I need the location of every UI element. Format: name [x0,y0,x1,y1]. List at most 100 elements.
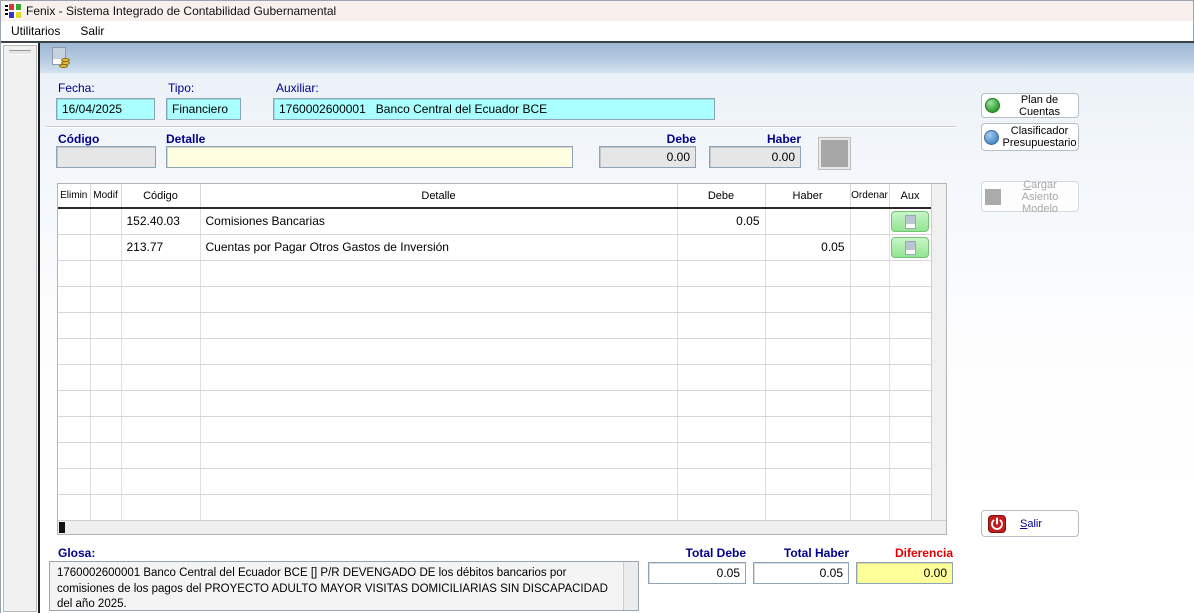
empty-cell [765,364,850,390]
empty-cell [121,390,200,416]
empty-cell [850,416,889,442]
header-ordenar[interactable]: Ordenar [850,184,889,208]
green-ball-icon [985,98,1000,113]
grid-horizontal-scrollbar[interactable] [58,520,946,534]
empty-row[interactable] [58,338,931,364]
header-haber[interactable]: Haber [765,184,850,208]
empty-row[interactable] [58,416,931,442]
empty-cell [58,286,90,312]
aux-button[interactable] [891,211,929,232]
ordenar-cell[interactable] [850,208,889,234]
fecha-label: Fecha: [58,81,95,95]
salir-label: Salir [1020,518,1042,530]
glosa-scrollbar[interactable] [623,562,638,610]
grid-body: 152.40.03 Comisiones Bancarias 0.05 213.… [58,208,931,520]
elimin-cell[interactable] [58,208,90,234]
cargar-asiento-label: Cargar AsientoModelo [1005,179,1075,215]
collapsed-side-panel[interactable] [3,45,37,612]
auxiliar-input[interactable] [273,98,715,120]
empty-row[interactable] [58,442,931,468]
header-detalle[interactable]: Detalle [200,184,677,208]
empty-cell [90,338,121,364]
empty-cell [765,442,850,468]
plan-de-cuentas-label: Plan de Cuentas [1004,94,1075,118]
empty-row[interactable] [58,364,931,390]
empty-cell [121,442,200,468]
empty-cell [889,260,931,286]
gray-square-icon [985,189,1001,205]
empty-row[interactable] [58,312,931,338]
glosa-textarea[interactable]: 1760002600001 Banco Central del Ecuador … [49,561,639,611]
haber-input[interactable] [709,146,801,168]
empty-cell [889,416,931,442]
ordenar-cell[interactable] [850,234,889,260]
app-window: Fenix - Sistema Integrado de Contabilida… [0,0,1194,613]
menu-salir[interactable]: Salir [70,22,114,40]
elimin-cell[interactable] [58,234,90,260]
haber-label: Haber [709,132,801,146]
aux-button[interactable] [891,237,929,258]
empty-cell [850,364,889,390]
title-bar: Fenix - Sistema Integrado de Contabilida… [1,1,1193,21]
empty-cell [200,494,677,520]
detalle-label: Detalle [166,132,205,146]
empty-cell [850,260,889,286]
table-row[interactable]: 152.40.03 Comisiones Bancarias 0.05 [58,208,931,234]
blue-ball-icon [984,130,999,145]
empty-cell [90,442,121,468]
total-debe-field [648,562,746,584]
codigo-cell: 152.40.03 [121,208,200,234]
empty-row[interactable] [58,260,931,286]
empty-cell [90,260,121,286]
separator-line [46,126,956,127]
empty-cell [121,364,200,390]
empty-cell [765,468,850,494]
empty-cell [121,416,200,442]
empty-cell [677,494,765,520]
empty-row[interactable] [58,468,931,494]
table-row[interactable]: 213.77 Cuentas por Pagar Otros Gastos de… [58,234,931,260]
empty-cell [200,468,677,494]
header-elimin[interactable]: Elimin [58,184,90,208]
empty-cell [850,442,889,468]
empty-cell [677,260,765,286]
empty-cell [677,364,765,390]
empty-cell [850,338,889,364]
modif-cell[interactable] [90,208,121,234]
detalle-input[interactable] [166,146,573,168]
header-debe[interactable]: Debe [677,184,765,208]
haber-cell [765,208,850,234]
menu-utilitarios[interactable]: Utilitarios [1,22,70,40]
debe-cell: 0.05 [677,208,765,234]
empty-row[interactable] [58,286,931,312]
scrollbar-thumb[interactable] [59,522,65,533]
header-codigo[interactable]: Código [121,184,200,208]
panel-grip-handle[interactable] [9,50,31,55]
add-entry-button[interactable] [819,138,850,169]
fecha-input[interactable] [56,98,155,120]
modif-cell[interactable] [90,234,121,260]
empty-cell [90,286,121,312]
empty-row[interactable] [58,494,931,520]
total-haber-field [753,562,849,584]
journal-entry-icon[interactable] [51,47,71,69]
empty-cell [121,468,200,494]
grid-vertical-scrollbar[interactable] [931,184,946,521]
debe-input[interactable] [599,146,696,168]
empty-cell [58,312,90,338]
codigo-input[interactable] [56,146,156,168]
empty-cell [677,286,765,312]
header-modif[interactable]: Modif [90,184,121,208]
empty-cell [58,364,90,390]
tipo-input[interactable] [166,98,241,120]
empty-row[interactable] [58,390,931,416]
empty-cell [200,390,677,416]
plan-de-cuentas-button[interactable]: Plan de Cuentas [981,93,1079,118]
header-aux[interactable]: Aux [889,184,931,208]
empty-cell [58,260,90,286]
empty-cell [58,416,90,442]
salir-button[interactable]: Salir [981,510,1079,537]
entries-grid: Elimin Modif Código Detalle Debe Haber O… [57,183,947,535]
clasificador-presupuestario-button[interactable]: ClasificadorPresupuestario [981,123,1079,151]
debe-cell [677,234,765,260]
